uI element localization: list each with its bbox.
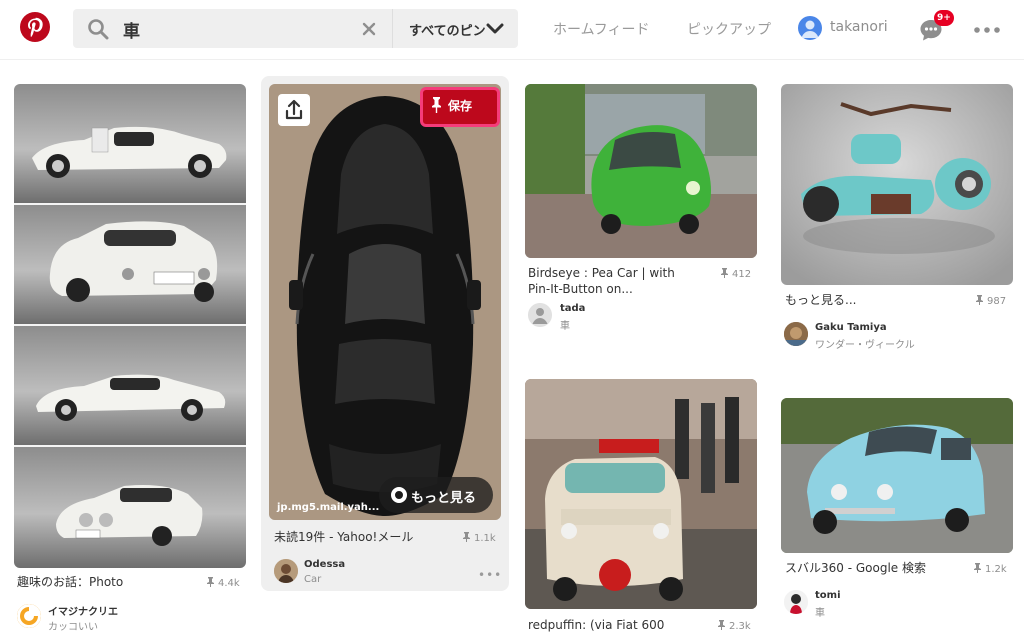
board-name[interactable]: 車	[560, 317, 570, 332]
pin-more-options-icon[interactable]: •••	[478, 568, 502, 582]
pin-icon	[463, 532, 470, 542]
pin-image-fiat-600[interactable]	[525, 379, 757, 609]
nav-home-feed[interactable]: ホームフィード	[553, 19, 649, 39]
author-name[interactable]: Gaku Tamiya	[815, 322, 887, 333]
avatar[interactable]	[528, 303, 552, 327]
pin-save-count-value: 4.4k	[218, 578, 240, 589]
pin-image-subaru-360[interactable]	[781, 398, 1013, 553]
pin-image-black-supercar[interactable]	[269, 84, 501, 520]
pin-image-toyota-2000gt[interactable]	[14, 84, 246, 568]
board-name[interactable]: Car	[304, 574, 321, 585]
search-icon	[88, 19, 109, 40]
pin-save-count: 412	[721, 268, 751, 280]
pin-icon	[976, 295, 983, 305]
pin-title[interactable]: 未読19件 - Yahoo!メール	[274, 529, 413, 545]
circle-icon	[391, 487, 407, 503]
board-name[interactable]: 車	[815, 604, 825, 619]
pin-title[interactable]: スバル360 - Google 検索	[785, 560, 926, 576]
chevron-down-icon	[486, 23, 504, 34]
pin-save-count-value: 1.1k	[474, 533, 496, 544]
share-icon	[285, 99, 303, 120]
pin-title[interactable]: Birdseye : Pea Car | with Pin-It-Button …	[528, 265, 678, 297]
top-bar: 車 すべてのピン ホームフィード ピックアップ takanori 9+	[0, 0, 1024, 60]
pin-save-count: 4.4k	[207, 577, 240, 589]
avatar[interactable]	[17, 604, 41, 628]
pin-save-count: 1.1k	[463, 532, 496, 544]
avatar[interactable]	[798, 16, 822, 40]
save-button-content: 保存	[431, 97, 472, 114]
pin-save-count-value: 1.2k	[985, 564, 1007, 575]
clear-icon[interactable]	[358, 18, 380, 40]
save-button[interactable]: 保存	[420, 87, 500, 127]
user-name[interactable]: takanori	[830, 19, 888, 35]
see-more-button[interactable]: もっと見る	[379, 477, 493, 513]
nav-pickup[interactable]: ピックアップ	[687, 19, 771, 39]
search-scope-label: すべてのピン	[409, 24, 486, 39]
pin-save-count: 2.3k	[718, 620, 751, 632]
pin-save-count: 1.2k	[974, 563, 1007, 575]
pin-icon	[721, 268, 728, 278]
pin-source-link[interactable]: jp.mg5.mail.yah...	[277, 502, 379, 513]
pin-image-pea-car[interactable]	[525, 84, 757, 258]
pin-title[interactable]: もっと見る...	[785, 292, 856, 308]
board-name[interactable]: ワンダー・ヴィークル	[815, 336, 915, 351]
more-icon[interactable]	[974, 27, 1000, 33]
author-name[interactable]: Odessa	[304, 559, 345, 570]
pin-save-count-value: 987	[987, 296, 1007, 307]
pin-save-count-value: 412	[732, 269, 752, 280]
pin-save-count: 987	[976, 295, 1006, 307]
avatar[interactable]	[784, 322, 808, 346]
pin-image-jet-motorcycle[interactable]	[781, 84, 1013, 285]
notification-badge: 9+	[934, 10, 954, 26]
share-button[interactable]	[278, 94, 310, 126]
pin-icon	[207, 577, 214, 587]
pin-icon	[974, 563, 981, 573]
author-name[interactable]: イマジナクリエ	[48, 603, 118, 618]
avatar[interactable]	[784, 590, 808, 614]
pin-title[interactable]: 趣味のお話：Photo	[17, 574, 123, 590]
save-button-label: 保存	[448, 99, 473, 113]
author-name[interactable]: tomi	[815, 590, 841, 601]
pinterest-logo-icon[interactable]	[20, 12, 50, 42]
pin-icon	[718, 620, 725, 630]
avatar[interactable]	[274, 559, 298, 583]
search-input[interactable]: 車	[123, 17, 140, 42]
pin-title[interactable]: redpuffin: (via Fiat 600	[528, 617, 664, 633]
search-bar[interactable]: 車 すべてのピン	[73, 9, 518, 48]
board-name[interactable]: カッコいい	[48, 618, 98, 633]
pin-icon	[432, 97, 441, 113]
pin-save-count-value: 2.3k	[729, 621, 751, 632]
author-name[interactable]: tada	[560, 303, 585, 314]
see-more-label: もっと見る	[411, 491, 477, 506]
search-scope-dropdown[interactable]: すべてのピン	[393, 9, 518, 48]
